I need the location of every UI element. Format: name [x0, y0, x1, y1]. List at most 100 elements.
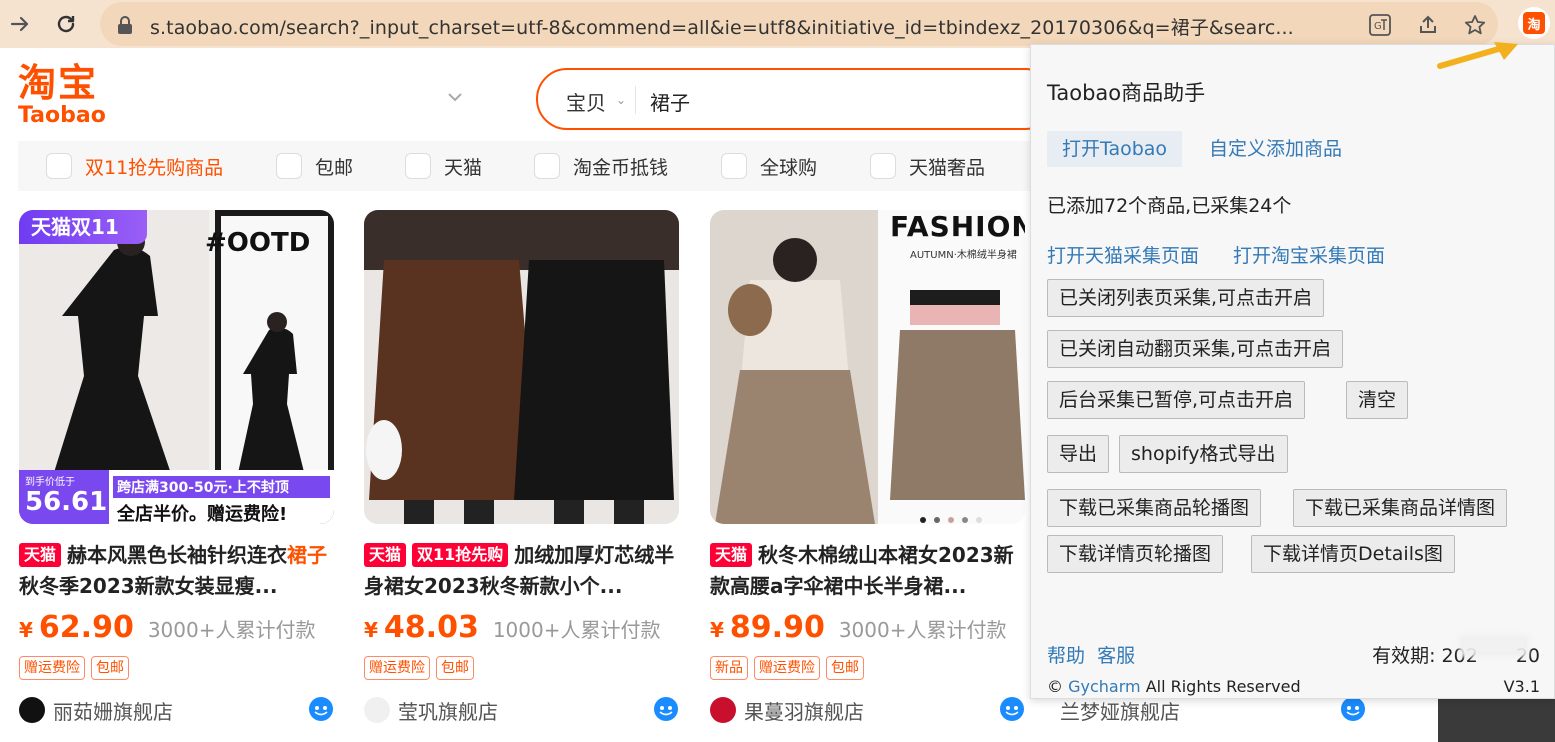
checkbox[interactable] — [405, 153, 431, 179]
tab-custom-add[interactable]: 自定义添加商品 — [1209, 136, 1342, 162]
filter-taojinbi[interactable]: 淘金币抵钱 — [534, 153, 668, 179]
shop-logo — [19, 697, 45, 723]
open-taobao-collect-link[interactable]: 打开淘宝采集页面 — [1233, 243, 1385, 269]
filter-double11[interactable]: 双11抢先购商品 — [46, 153, 223, 179]
download-carousel-button[interactable]: 下载已采集商品轮播图 — [1047, 489, 1262, 527]
product-title[interactable]: 天猫 赫本风黑色长袖针织连衣裙子秋冬季2023新款女装显瘦... — [19, 540, 334, 602]
service-link[interactable]: 客服 — [1097, 645, 1135, 667]
shop-logo — [364, 697, 390, 723]
tmall-tag: 天猫 — [710, 543, 753, 567]
download-page-details-button[interactable]: 下载详情页Details图 — [1251, 535, 1455, 573]
open-tmall-collect-link[interactable]: 打开天猫采集页面 — [1047, 243, 1199, 269]
filter-free-shipping[interactable]: 包邮 — [276, 153, 353, 179]
product-image[interactable]: FASHION AUTUMN·木棉绒半身裙 — [710, 210, 1025, 524]
svg-text:G: G — [1374, 21, 1382, 32]
badge: 包邮 — [91, 656, 129, 680]
annotation-arrow-icon — [1436, 40, 1522, 72]
badges: 新品 赠运费险 包邮 — [710, 656, 864, 680]
copyright: © Gycharm All Rights Reserved — [1047, 677, 1301, 696]
filter-tmall[interactable]: 天猫 — [405, 153, 482, 179]
shop-link[interactable]: 兰梦娅旗舰店 — [1060, 696, 1180, 724]
divider — [635, 86, 636, 114]
product-card[interactable]: 天猫 双11抢先购 加绒加厚灯芯绒半身裙女2023秋冬新款小个... ¥48.03 1… — [364, 210, 679, 742]
taobao-logo[interactable]: 淘宝 Taobao — [18, 62, 128, 134]
gycharm-link[interactable]: Gycharm — [1068, 677, 1141, 696]
shop-name[interactable]: 兰梦娅旗舰店 — [1060, 696, 1180, 725]
tab-open-taobao[interactable]: 打开Taobao — [1047, 131, 1183, 167]
sales-count: 3000+人累计付款 — [147, 618, 316, 642]
checkbox[interactable] — [534, 153, 560, 179]
wangwang-chat-icon[interactable] — [1340, 696, 1366, 722]
checkbox[interactable] — [276, 153, 302, 179]
download-page-carousel-button[interactable]: 下载详情页轮播图 — [1047, 535, 1224, 573]
shop-name[interactable]: 果蔓羽旗舰店 — [744, 696, 864, 725]
ootd-text: #OOTD — [205, 228, 311, 258]
forward-icon[interactable] — [4, 8, 36, 40]
copyright-text: All Rights Reserved — [1145, 677, 1301, 696]
translate-icon[interactable]: G — [1367, 12, 1393, 38]
search-box[interactable]: 宝贝 ⌄ 裙子 — [536, 68, 1056, 130]
chevron-down-icon[interactable] — [446, 88, 464, 106]
shop-link[interactable]: 莹巩旗舰店 — [364, 696, 679, 724]
checkbox[interactable] — [721, 153, 747, 179]
product-title[interactable]: 天猫 秋冬木棉绒山本裙女2023新款高腰a字伞裙中长半身裙... — [710, 540, 1025, 602]
shop-name[interactable]: 莹巩旗舰店 — [398, 696, 498, 725]
reload-icon[interactable] — [50, 8, 82, 40]
filter-global[interactable]: 全球购 — [721, 153, 817, 179]
filter-label: 双11抢先购商品 — [85, 156, 224, 179]
bookmark-star-icon[interactable] — [1462, 12, 1488, 38]
badges: 赠运费险 包邮 — [364, 656, 474, 680]
clear-button[interactable]: 清空 — [1346, 381, 1409, 419]
product-card[interactable]: FASHION AUTUMN·木棉绒半身裙 天猫 秋冬木棉绒山本裙女2023新款高… — [710, 210, 1025, 742]
help-link[interactable]: 帮助 — [1047, 645, 1085, 667]
badge: 新品 — [710, 656, 748, 680]
product-card[interactable]: 天猫双11 #OOTD 到手价低于 56.61 跨店满300-50元·上不封顶 … — [19, 210, 334, 742]
filter-tmall-luxury[interactable]: 天猫奢品 — [870, 153, 985, 179]
double11-tag: 双11抢先购 — [412, 543, 509, 567]
shop-name[interactable]: 丽茹姗旗舰店 — [53, 696, 173, 725]
shop-link[interactable]: 果蔓羽旗舰店 — [710, 696, 1025, 724]
promo-small: 到手价低于 — [25, 477, 75, 488]
sales-count: 3000+人累计付款 — [838, 618, 1007, 642]
filter-label: 包邮 — [315, 156, 354, 179]
auto-page-toggle-button[interactable]: 已关闭自动翻页采集,可点击开启 — [1047, 330, 1344, 368]
redaction-blur — [1459, 635, 1529, 657]
download-detail-button[interactable]: 下载已采集商品详情图 — [1293, 489, 1508, 527]
product-image-partial[interactable] — [1438, 696, 1555, 742]
currency-symbol: ¥ — [710, 618, 724, 642]
wangwang-chat-icon[interactable] — [308, 696, 334, 722]
badge: 赠运费险 — [754, 656, 820, 680]
search-input[interactable]: 裙子 — [650, 87, 690, 116]
url-text[interactable]: s.taobao.com/search?_input_charset=utf-8… — [150, 13, 1350, 40]
export-button[interactable]: 导出 — [1047, 435, 1110, 473]
shopify-export-button[interactable]: shopify格式导出 — [1119, 435, 1288, 473]
shop-logo — [710, 697, 736, 723]
background-collect-toggle-button[interactable]: 后台采集已暂停,可点击开启 — [1047, 381, 1306, 419]
search-category[interactable]: 宝贝 — [566, 87, 606, 116]
fashion-text: FASHION — [890, 210, 1025, 243]
checkbox[interactable] — [870, 153, 896, 179]
lock-icon[interactable] — [112, 12, 138, 38]
wangwang-chat-icon[interactable] — [999, 696, 1025, 722]
currency-symbol: ¥ — [364, 618, 378, 642]
filter-label: 天猫 — [444, 156, 483, 179]
share-icon[interactable] — [1415, 12, 1441, 38]
chevron-down-icon[interactable]: ⌄ — [616, 93, 626, 107]
taobao-extension-button[interactable]: 淘 — [1518, 7, 1550, 39]
title-highlight: 裙子 — [287, 543, 328, 567]
sales-count: 1000+人累计付款 — [492, 618, 661, 642]
fashion-sub: AUTUMN·木棉绒半身裙 — [910, 250, 1017, 261]
product-image[interactable]: 天猫双11 #OOTD 到手价低于 56.61 跨店满300-50元·上不封顶 … — [19, 210, 334, 524]
price-row: ¥62.90 3000+人累计付款 — [19, 610, 315, 646]
list-collect-toggle-button[interactable]: 已关闭列表页采集,可点击开启 — [1047, 279, 1325, 317]
product-title[interactable]: 天猫 双11抢先购 加绒加厚灯芯绒半身裙女2023秋冬新款小个... — [364, 540, 679, 602]
filter-label: 全球购 — [760, 156, 818, 179]
currency-symbol: ¥ — [19, 618, 33, 642]
wangwang-chat-icon[interactable] — [653, 696, 679, 722]
badge: 赠运费险 — [19, 656, 85, 680]
badges: 赠运费险 包邮 — [19, 656, 129, 680]
product-image[interactable] — [364, 210, 679, 524]
checkbox[interactable] — [46, 153, 72, 179]
address-bar[interactable]: s.taobao.com/search?_input_charset=utf-8… — [100, 2, 1498, 46]
shop-link[interactable]: 丽茹姗旗舰店 — [19, 696, 334, 724]
